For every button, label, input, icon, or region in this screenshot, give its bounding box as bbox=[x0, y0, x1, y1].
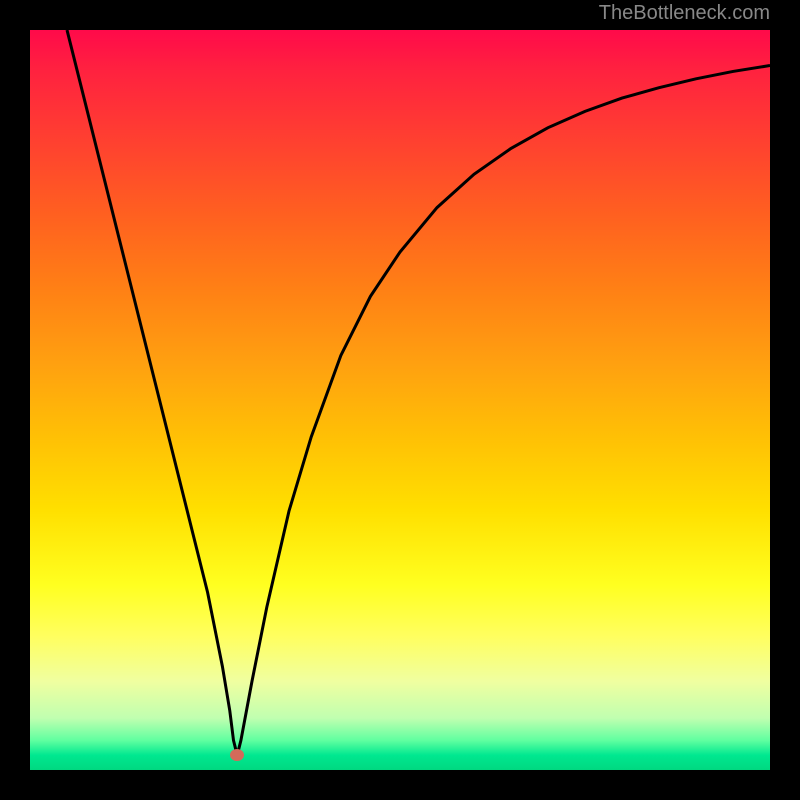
curve-svg bbox=[30, 30, 770, 770]
watermark-text: TheBottleneck.com bbox=[599, 2, 770, 25]
chart-container: TheBottleneck.com bbox=[0, 0, 800, 800]
optimal-point-marker bbox=[230, 749, 244, 761]
bottleneck-curve bbox=[67, 30, 770, 755]
plot-area bbox=[30, 30, 770, 770]
